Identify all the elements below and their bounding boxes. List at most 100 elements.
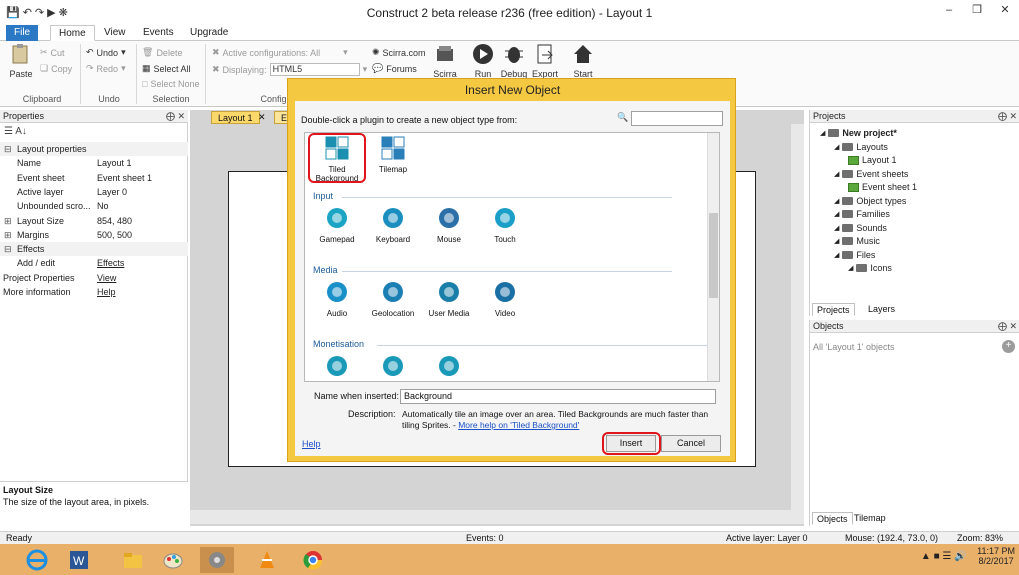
tab-events[interactable]: Events <box>135 25 182 41</box>
horizontal-scrollbar[interactable] <box>190 510 804 524</box>
property-category[interactable]: ⊟ Layout properties <box>0 142 188 156</box>
expand-toggle-icon[interactable]: ⊟ <box>4 142 12 156</box>
property-row[interactable]: Event sheet Event sheet 1 <box>0 171 188 185</box>
debug-button[interactable]: Debug <box>499 43 529 79</box>
expand-toggle-icon[interactable]: ⊞ <box>4 228 12 242</box>
tab-tilemap[interactable]: Tilemap <box>850 512 890 525</box>
plugin-list-scrollbar[interactable] <box>707 133 719 381</box>
plugin-item[interactable] <box>309 353 365 381</box>
tree-item[interactable]: ◢ Layouts <box>834 142 888 152</box>
redo-button[interactable]: ↷ Redo ▾ <box>86 63 126 74</box>
property-row[interactable]: Unbounded scro... No <box>0 199 188 213</box>
expand-arrow-icon[interactable]: ◢ <box>834 143 839 151</box>
property-link[interactable]: Effects <box>97 256 124 270</box>
vertical-scrollbar[interactable] <box>791 124 804 512</box>
plugin-item[interactable]: Mouse <box>421 205 477 244</box>
sort-icons[interactable]: ☰ A↓ <box>4 126 27 137</box>
tab-layout-1[interactable]: Layout 1 <box>211 111 260 124</box>
plugin-item[interactable] <box>365 353 421 381</box>
start-page-button[interactable]: Start <box>568 43 598 79</box>
add-object-icon[interactable]: + <box>1002 340 1015 353</box>
plugin-item[interactable]: Tilemap <box>365 135 421 174</box>
select-all-button[interactable]: ▦ Select All <box>142 63 191 74</box>
expand-arrow-icon[interactable]: ◢ <box>834 210 839 218</box>
expand-toggle-icon[interactable]: ⊞ <box>4 214 12 228</box>
plugin-item[interactable]: Audio <box>309 279 365 318</box>
scirra-link[interactable]: ✺ Scirra.com <box>372 47 426 58</box>
tab-layers[interactable]: Layers <box>864 303 899 316</box>
expand-arrow-icon[interactable]: ◢ <box>834 251 839 259</box>
select-none-button[interactable]: □ Select None <box>142 79 199 89</box>
scirra-store-button[interactable]: Scirra <box>430 43 460 79</box>
property-row[interactable]: Project Properties View <box>0 271 188 285</box>
plugin-item[interactable] <box>421 353 477 381</box>
plugin-item[interactable]: Keyboard <box>365 205 421 244</box>
tray-icons[interactable]: ▲ ■ ☰ 🔊 <box>921 551 967 562</box>
name-input[interactable]: Background <box>400 389 716 404</box>
property-row[interactable]: Add / edit Effects <box>0 256 188 270</box>
help-link[interactable]: Help <box>302 439 321 449</box>
tree-item[interactable]: ◢ Files <box>834 250 875 260</box>
forums-link[interactable]: 💬 Forums <box>372 63 417 74</box>
tree-item[interactable]: ◢ Icons <box>848 263 892 273</box>
cancel-button[interactable]: Cancel <box>661 435 721 452</box>
paint-icon[interactable] <box>156 547 190 573</box>
expand-arrow-icon[interactable]: ◢ <box>834 237 839 245</box>
expand-arrow-icon[interactable]: ◢ <box>848 264 853 272</box>
plugin-item[interactable]: User Media <box>421 279 477 318</box>
property-row[interactable]: More information Help <box>0 285 188 299</box>
delete-button[interactable]: 🗑 Delete <box>142 47 182 58</box>
tab-projects[interactable]: Projects <box>812 303 855 316</box>
property-row[interactable]: Name Layout 1 <box>0 156 188 170</box>
more-help-link[interactable]: More help on 'Tiled Background' <box>458 420 579 430</box>
tab-view[interactable]: View <box>96 25 134 41</box>
chrome-icon[interactable] <box>296 547 330 573</box>
active-configurations-dropdown[interactable]: ✖ Active configurations: All ▾ <box>212 47 348 58</box>
property-row[interactable]: ⊞ Margins 500, 500 <box>0 228 188 242</box>
property-row[interactable]: Active layer Layer 0 <box>0 185 188 199</box>
tree-item[interactable]: ◢ New project* <box>820 128 897 138</box>
cut-button[interactable]: ✂ Cut <box>40 47 65 58</box>
expand-arrow-icon[interactable]: ◢ <box>834 170 839 178</box>
settings-icon[interactable] <box>200 547 234 573</box>
close-button[interactable]: ✕ <box>991 0 1019 22</box>
restore-button[interactable]: ❒ <box>963 0 991 22</box>
ie-icon[interactable] <box>20 547 54 573</box>
property-link[interactable]: Help <box>97 285 116 299</box>
word-icon[interactable]: W <box>62 547 96 573</box>
tree-item[interactable]: Event sheet 1 <box>848 182 917 192</box>
tab-home[interactable]: Home <box>50 25 95 41</box>
export-button[interactable]: Export <box>530 43 560 79</box>
copy-button[interactable]: ❏ Copy <box>40 63 72 74</box>
tree-item[interactable]: ◢ Families <box>834 209 890 219</box>
plugin-item[interactable]: Video <box>477 279 533 318</box>
plugin-item[interactable]: Geolocation <box>365 279 421 318</box>
expand-arrow-icon[interactable]: ◢ <box>834 224 839 232</box>
close-tab-icon[interactable]: ✕ <box>258 112 266 123</box>
expand-toggle-icon[interactable]: ⊟ <box>4 242 12 256</box>
undo-button[interactable]: ↶ Undo ▾ <box>86 47 126 58</box>
tree-item[interactable]: ◢ Event sheets <box>834 169 908 179</box>
tab-upgrade[interactable]: Upgrade <box>182 25 236 41</box>
plugin-search-input[interactable] <box>631 111 723 126</box>
plugin-item[interactable]: Touch <box>477 205 533 244</box>
plugin-item[interactable]: Gamepad <box>309 205 365 244</box>
property-category[interactable]: ⊟ Effects <box>0 242 188 257</box>
tab-objects[interactable]: Objects <box>812 512 853 525</box>
paste-button[interactable]: Paste <box>6 43 36 79</box>
run-button[interactable]: Run <box>468 43 498 79</box>
scroll-thumb[interactable] <box>709 213 718 298</box>
expand-arrow-icon[interactable]: ◢ <box>820 129 825 137</box>
minimize-button[interactable]: – <box>935 0 963 22</box>
property-row[interactable]: ⊞ Layout Size 854, 480 <box>0 214 188 228</box>
displaying-dropdown[interactable]: ✖ Displaying: HTML5 ▾ <box>212 63 367 76</box>
expand-arrow-icon[interactable]: ◢ <box>834 197 839 205</box>
tree-item[interactable]: Layout 1 <box>848 155 897 165</box>
vlc-icon[interactable] <box>250 547 284 573</box>
tree-item[interactable]: ◢ Sounds <box>834 223 887 233</box>
tree-item[interactable]: ◢ Music <box>834 236 880 246</box>
tree-item[interactable]: ◢ Object types <box>834 196 906 206</box>
property-link[interactable]: View <box>97 271 116 285</box>
tab-file[interactable]: File <box>6 25 39 41</box>
file-explorer-icon[interactable] <box>116 547 150 573</box>
